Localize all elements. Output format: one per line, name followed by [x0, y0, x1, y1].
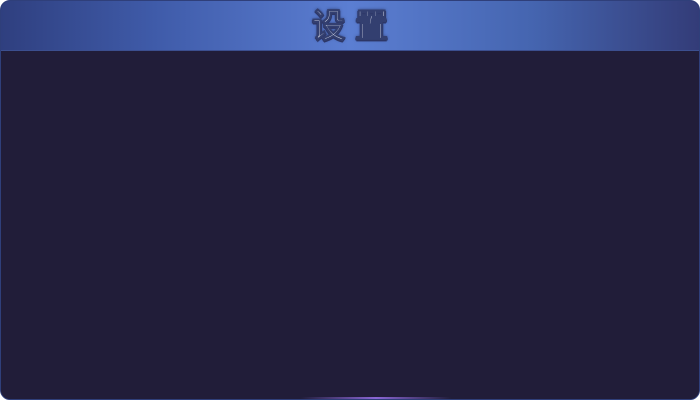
dialog-header: 设置	[1, 1, 699, 51]
dialog-title: 设置	[312, 6, 398, 46]
settings-dialog: 设置	[0, 0, 700, 400]
dialog-body	[1, 51, 699, 399]
bottom-glow-accent	[301, 397, 451, 399]
